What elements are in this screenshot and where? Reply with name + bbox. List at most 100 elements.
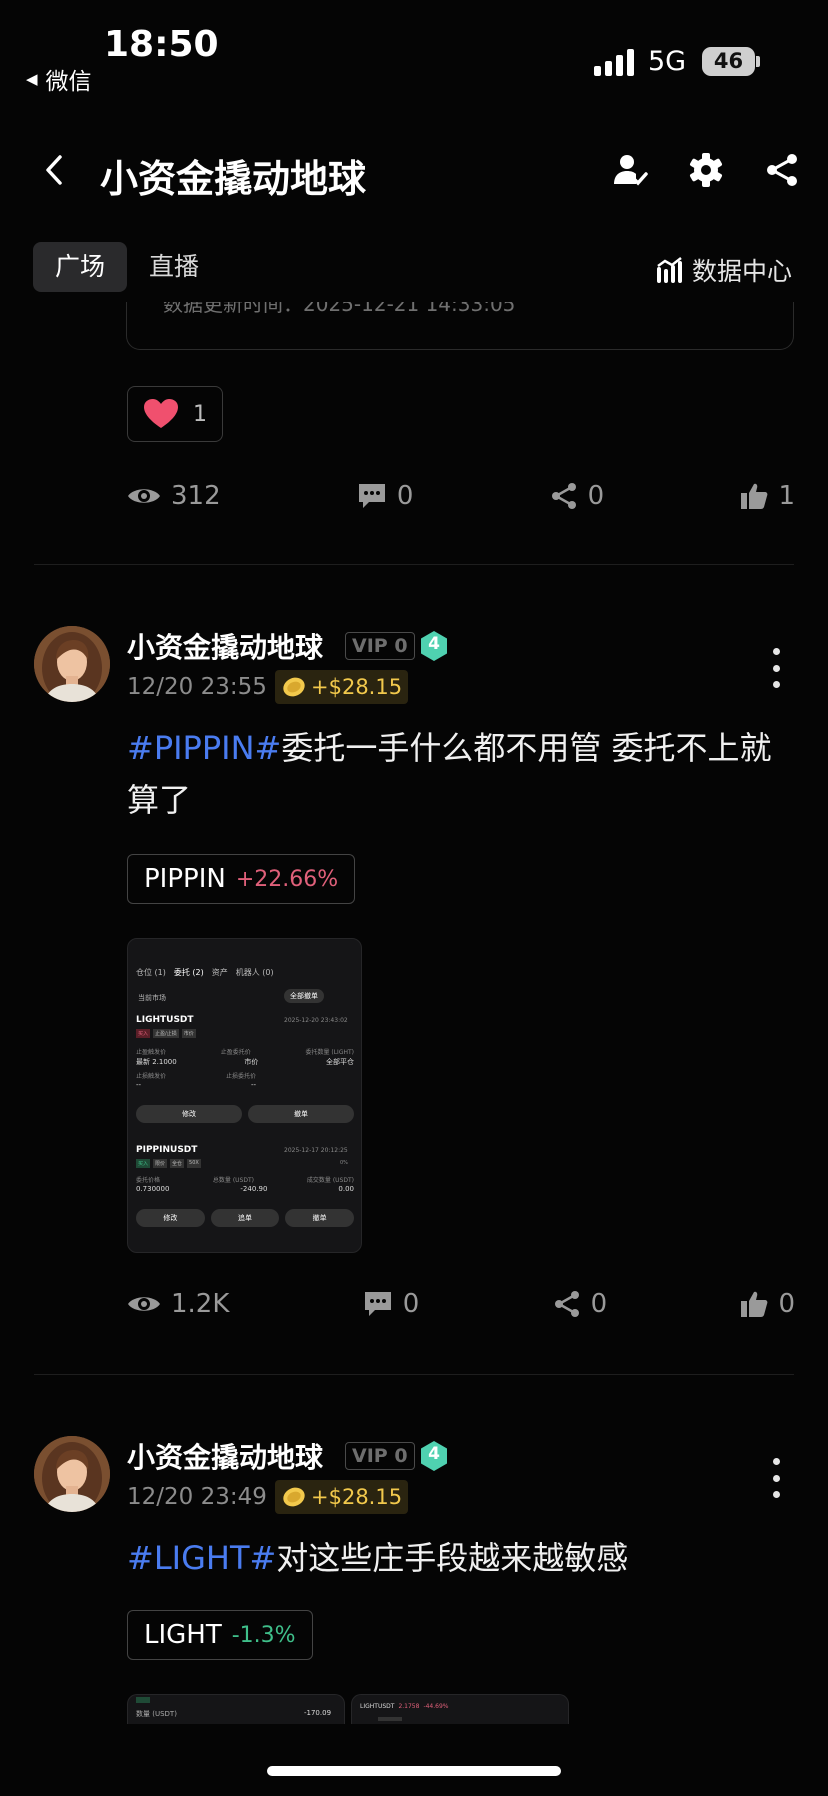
- level-number: 4: [428, 1444, 440, 1464]
- views-stat: 1.2K: [127, 1289, 229, 1319]
- back-triangle-icon: ◀: [26, 70, 38, 88]
- screenshot-tag: 买入: [136, 1159, 151, 1168]
- screenshot-label: 止盈触发价: [136, 1049, 167, 1056]
- screenshot-labels: 止盈触发价 止盈委托价 委托数量 (LIGHT): [136, 1047, 354, 1056]
- screenshot-label: 成交数量 (USDT): [306, 1177, 354, 1184]
- ticker-chip[interactable]: PIPPIN +22.66%: [127, 854, 356, 904]
- post-content: #PIPPIN#委托一手什么都不用管 委托不上就算了: [127, 722, 787, 826]
- divider: [34, 1374, 794, 1375]
- chevron-left-icon: [46, 155, 62, 185]
- page-title: 小资金撬动地球: [100, 157, 367, 201]
- post-image[interactable]: 数量 (USDT) -170.09: [127, 1694, 345, 1724]
- screenshot-label: 数量 (USDT): [136, 1710, 177, 1718]
- data-center-label: 数据中心: [691, 257, 792, 286]
- reaction-count: 1: [193, 401, 207, 427]
- post-image[interactable]: 仓位 (1) 委托 (2) 资产 机器人 (0) 当前市场 全部撤单 LIGHT…: [127, 938, 362, 1253]
- gear-icon: [690, 153, 722, 187]
- screenshot-bar: [378, 1717, 402, 1721]
- screenshot-tab: 委托 (2): [173, 968, 204, 977]
- reaction-chip[interactable]: 1: [127, 386, 223, 442]
- signal-icon: [594, 48, 634, 76]
- screenshot-labels-2: 止损触发价 止损委托价: [136, 1071, 256, 1080]
- divider: [34, 564, 794, 565]
- ticker-change: -1.3%: [231, 1622, 296, 1648]
- hashtag-link[interactable]: #PIPPIN#: [127, 729, 281, 767]
- screenshot-progress: 0%: [340, 1160, 348, 1166]
- screenshot-label: 委托价格: [136, 1177, 161, 1184]
- tab-live-overlay[interactable]: 直播: [127, 242, 221, 292]
- post-stats: 1.2K 0 0 0: [127, 1282, 795, 1326]
- level-badge: 4: [419, 1440, 449, 1472]
- like-button[interactable]: 0: [740, 1289, 795, 1319]
- screenshot-header: LIGHTUSDT 2.1758 -44.69%: [360, 1703, 448, 1710]
- home-indicator[interactable]: [267, 1766, 561, 1776]
- screenshot-value: --: [250, 1081, 256, 1089]
- reward-amount: +$28.15: [311, 675, 403, 699]
- screenshot-symbol: LIGHTUSDT: [136, 1015, 194, 1025]
- author-name[interactable]: 小资金撬动地球: [127, 626, 323, 666]
- comments-count: 0: [396, 481, 414, 511]
- heart-icon: [144, 399, 178, 428]
- screenshot-value: -240.90: [240, 1185, 268, 1193]
- screenshot-values: 最新 2.1000 市价 全部平仓: [136, 1057, 354, 1067]
- share-post-button[interactable]: 0: [553, 1289, 608, 1319]
- comment-icon: [364, 1292, 391, 1316]
- screenshot-time: 2025-12-20 23:43:02: [284, 1017, 348, 1024]
- comments-count: 0: [402, 1289, 420, 1319]
- views-count: 312: [171, 481, 221, 511]
- ticker-change: +22.66%: [235, 866, 339, 892]
- shares-count: 0: [590, 1289, 608, 1319]
- screenshot-price: 2.1758: [398, 1703, 420, 1710]
- data-center-link-overlay[interactable]: 数据中心: [656, 252, 792, 288]
- more-options-button[interactable]: [764, 1458, 788, 1498]
- thumbs-up-icon: [741, 483, 768, 509]
- share-icon: [554, 1291, 579, 1317]
- like-button[interactable]: 1: [740, 481, 795, 511]
- screenshot-tag: 止盈/止损: [153, 1029, 179, 1038]
- views-count: 1.2K: [171, 1289, 230, 1319]
- hashtag-link[interactable]: #LIGHT#: [127, 1539, 276, 1577]
- settings-button[interactable]: [686, 150, 726, 190]
- eye-icon: [128, 489, 160, 503]
- likes-count: 1: [778, 481, 795, 511]
- ticker-symbol: LIGHT: [144, 1620, 222, 1650]
- more-options-button[interactable]: [764, 648, 788, 688]
- battery-tip: [756, 56, 760, 67]
- screenshot-values-2: -- --: [136, 1081, 256, 1089]
- follow-user-button[interactable]: [610, 150, 650, 190]
- chart-icon: [656, 257, 682, 283]
- back-app-label: 微信: [45, 69, 92, 95]
- avatar[interactable]: [34, 1436, 110, 1512]
- screenshot-value: 全部平仓: [326, 1058, 354, 1066]
- network-type: 5G: [648, 46, 687, 77]
- share-icon: [551, 483, 576, 509]
- ticker-chip[interactable]: LIGHT -1.3%: [127, 1610, 313, 1660]
- screenshot-label: 委托数量 (LIGHT): [305, 1049, 354, 1056]
- status-time: 18:50: [104, 24, 219, 65]
- reward-badge: +$28.15: [275, 670, 409, 704]
- back-to-app-link[interactable]: ◀ 微信: [26, 62, 92, 96]
- avatar-image: [34, 1436, 110, 1512]
- avatar-image: [34, 626, 110, 702]
- screenshot-value: 0.00: [338, 1185, 354, 1193]
- avatar[interactable]: [34, 626, 110, 702]
- comment-button[interactable]: 0: [357, 481, 414, 511]
- screenshot-tab: 机器人 (0): [235, 968, 274, 977]
- screenshot-value: -170.09: [304, 1709, 332, 1717]
- vip-badge: VIP 0: [345, 632, 415, 660]
- likes-count: 0: [778, 1289, 795, 1319]
- share-post-button[interactable]: 0: [550, 481, 605, 511]
- screenshot-tab: 资产: [211, 968, 228, 977]
- screenshot-time: 2025-12-17 20:12:25: [284, 1147, 348, 1154]
- views-stat: 312: [127, 481, 221, 511]
- share-button[interactable]: [762, 150, 802, 190]
- coin-icon: [283, 677, 305, 697]
- post-image[interactable]: LIGHTUSDT 2.1758 -44.69%: [351, 1694, 569, 1724]
- tab-plaza-overlay[interactable]: 广场: [33, 242, 128, 292]
- back-button[interactable]: [34, 150, 74, 190]
- comment-button[interactable]: 0: [363, 1289, 420, 1319]
- shares-count: 0: [587, 481, 605, 511]
- screenshot-value: 最新 2.1000: [136, 1058, 177, 1066]
- screenshot-button: 修改: [136, 1105, 242, 1123]
- author-name[interactable]: 小资金撬动地球: [127, 1436, 323, 1476]
